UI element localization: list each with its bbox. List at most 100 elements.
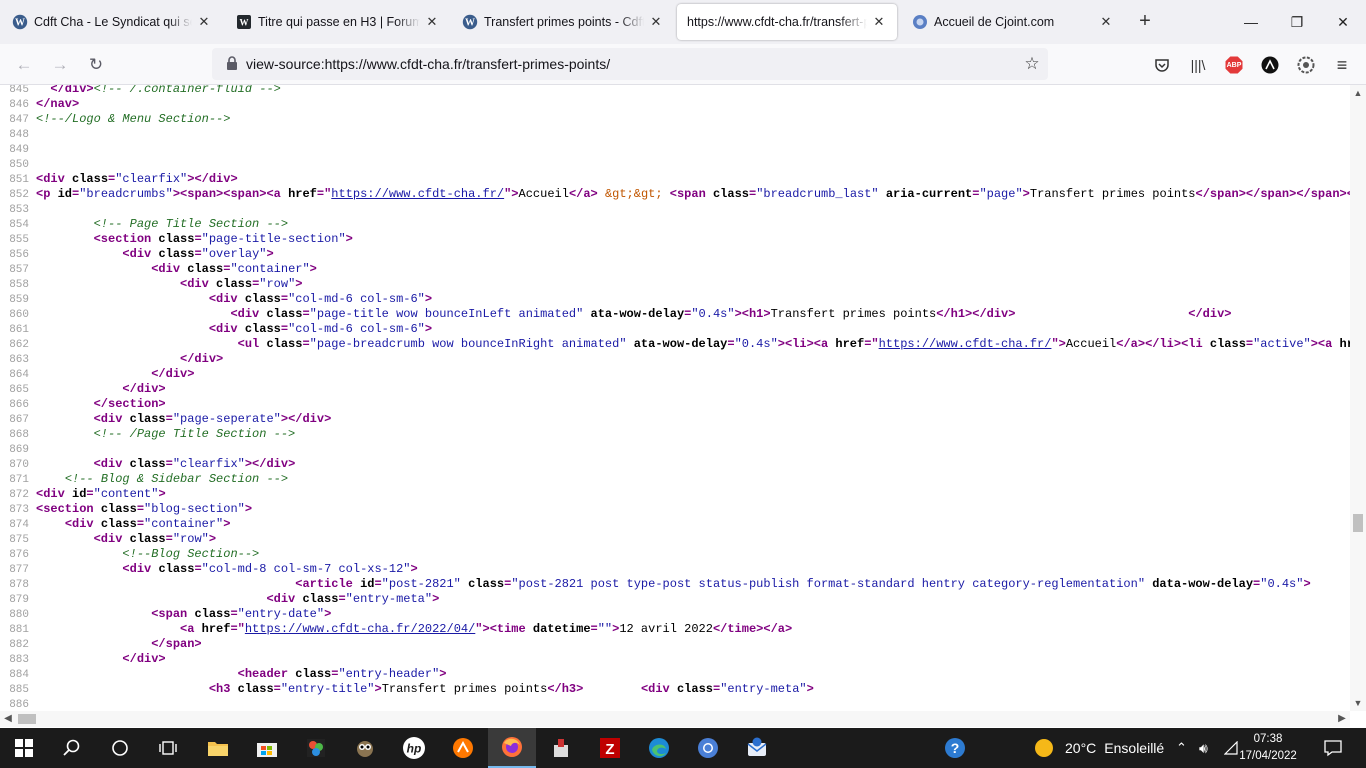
line-number: 873 bbox=[9, 504, 29, 516]
source-token: "col-md-8 col-sm-7 col-xs-12" bbox=[201, 562, 411, 576]
source-token: > bbox=[345, 232, 353, 246]
close-tab-icon[interactable]: ✕ bbox=[871, 14, 887, 30]
svg-text:hp: hp bbox=[407, 742, 422, 756]
scroll-right-arrow-icon[interactable]: ▶ bbox=[1334, 711, 1350, 727]
paint-app-icon[interactable] bbox=[292, 728, 340, 768]
source-token: = bbox=[194, 562, 202, 576]
source-token: Transfert primes points bbox=[770, 307, 937, 321]
restore-button[interactable]: ❐ bbox=[1274, 8, 1320, 36]
svg-text:?: ? bbox=[951, 740, 960, 756]
source-token: = bbox=[230, 607, 238, 621]
bookmark-star-icon[interactable]: ☆ bbox=[1016, 54, 1048, 74]
close-tab-icon[interactable]: ✕ bbox=[424, 14, 440, 30]
vertical-scrollbar[interactable]: ▲ ▼ bbox=[1350, 85, 1366, 711]
file-explorer-icon[interactable] bbox=[194, 728, 242, 768]
library-icon[interactable]: |||\ bbox=[1186, 53, 1210, 77]
tab-cjoint[interactable]: Accueil de Cjoint.com ✕ bbox=[902, 4, 1124, 40]
url-text[interactable]: view-source:https://www.cfdt-cha.fr/tran… bbox=[244, 56, 1016, 72]
extension-icon[interactable] bbox=[1258, 53, 1282, 77]
menu-hamburger-icon[interactable]: ≡ bbox=[1330, 53, 1354, 77]
reload-button[interactable]: ↻ bbox=[82, 51, 110, 79]
scroll-down-arrow-icon[interactable]: ▼ bbox=[1350, 695, 1366, 711]
forward-button[interactable]: → bbox=[46, 51, 74, 79]
line-number: 848 bbox=[9, 129, 29, 141]
adblock-plus-icon[interactable]: ABP bbox=[1222, 53, 1246, 77]
lock-icon[interactable] bbox=[212, 55, 244, 74]
minimize-button[interactable]: — bbox=[1228, 8, 1274, 36]
source-line: 871 <!-- Blog & Sidebar Section --> bbox=[0, 472, 1350, 487]
hp-icon[interactable]: hp bbox=[390, 728, 438, 768]
task-view-icon[interactable] bbox=[144, 728, 192, 768]
source-line: 862 <ul class="page-breadcrumb wow bounc… bbox=[0, 337, 1350, 352]
scroll-left-arrow-icon[interactable]: ◀ bbox=[0, 711, 16, 727]
source-token: class bbox=[158, 562, 195, 576]
source-token: = bbox=[374, 577, 382, 591]
edge-icon[interactable] bbox=[635, 728, 683, 768]
clock[interactable]: 07:38 17/04/2022 bbox=[1238, 731, 1298, 765]
close-tab-icon[interactable]: ✕ bbox=[1098, 14, 1114, 30]
line-number: 863 bbox=[9, 354, 29, 366]
tab-cdft-cha[interactable]: W Cdft Cha - Le Syndicat qui se Bo ✕ bbox=[2, 4, 222, 40]
source-link[interactable]: https://www.cfdt-cha.fr/2022/04/ bbox=[245, 622, 475, 636]
pocket-icon[interactable] bbox=[1150, 53, 1174, 77]
filezilla-icon[interactable]: Z bbox=[586, 728, 634, 768]
avast-icon[interactable] bbox=[439, 728, 487, 768]
source-token: "container" bbox=[230, 262, 310, 276]
horizontal-scrollbar-thumb[interactable] bbox=[18, 714, 36, 724]
tab-forum-wordpress[interactable]: W Titre qui passe en H3 | Forum W ✕ bbox=[226, 4, 450, 40]
close-tab-icon[interactable]: ✕ bbox=[196, 14, 212, 30]
cortana-icon[interactable] bbox=[96, 728, 144, 768]
address-bar[interactable]: view-source:https://www.cfdt-cha.fr/tran… bbox=[212, 48, 1048, 80]
source-token: <div bbox=[180, 277, 217, 291]
scroll-up-arrow-icon[interactable]: ▲ bbox=[1350, 85, 1366, 101]
line-number: 864 bbox=[9, 369, 29, 381]
weather-widget[interactable]: 20°C Ensoleillé bbox=[1035, 728, 1164, 768]
source-token: > bbox=[266, 247, 274, 261]
help-icon[interactable]: ? bbox=[944, 728, 966, 768]
line-number: 856 bbox=[9, 249, 29, 261]
volume-icon[interactable]: 🔊︎ bbox=[1199, 728, 1208, 768]
line-number: 867 bbox=[9, 414, 29, 426]
network-icon[interactable] bbox=[1224, 728, 1238, 768]
tab-title: Transfert primes points - Cdft Cl bbox=[484, 15, 644, 29]
horizontal-scrollbar[interactable]: ◀ ▶ bbox=[0, 711, 1350, 727]
line-number: 875 bbox=[9, 534, 29, 546]
new-tab-button[interactable]: + bbox=[1134, 10, 1156, 32]
source-token: > bbox=[424, 322, 433, 336]
gimp-icon[interactable] bbox=[341, 728, 389, 768]
source-token: = bbox=[194, 232, 202, 246]
microsoft-store-icon[interactable] bbox=[243, 728, 291, 768]
source-token: </nav> bbox=[36, 97, 80, 111]
source-token: > bbox=[410, 562, 418, 576]
notification-icon[interactable] bbox=[1324, 728, 1342, 768]
tab-transfert-primes[interactable]: W Transfert primes points - Cdft Cl ✕ bbox=[452, 4, 674, 40]
chromium-icon[interactable] bbox=[684, 728, 732, 768]
source-token: class bbox=[158, 232, 195, 246]
tab-view-source[interactable]: https://www.cfdt-cha.fr/transfert-pr ✕ bbox=[677, 4, 897, 40]
source-token: "breadcrumbs" bbox=[79, 187, 173, 201]
source-link[interactable]: https://www.cfdt-cha.fr/ bbox=[331, 187, 504, 201]
source-view[interactable]: 845 </div><!-- /.container-fluid --> 846 <… bbox=[0, 85, 1350, 711]
close-tab-icon[interactable]: ✕ bbox=[648, 14, 664, 30]
chevron-up-icon[interactable]: ⌃ bbox=[1176, 728, 1187, 768]
source-line: 868 <!-- /Page Title Section --> bbox=[0, 427, 1350, 442]
settings-extension-icon[interactable] bbox=[1294, 53, 1318, 77]
scrollbar-thumb[interactable] bbox=[1353, 514, 1363, 532]
source-token: <div bbox=[93, 532, 130, 546]
source-token: Transfert primes points bbox=[381, 682, 548, 696]
source-link[interactable]: https://www.cfdt-cha.fr/ bbox=[879, 337, 1052, 351]
line-number: 876 bbox=[9, 549, 29, 561]
close-window-button[interactable]: ✕ bbox=[1320, 8, 1366, 36]
source-token: <div bbox=[93, 412, 130, 426]
source-token: class bbox=[158, 247, 195, 261]
back-button[interactable]: ← bbox=[10, 51, 38, 79]
search-icon[interactable] bbox=[48, 728, 96, 768]
start-icon[interactable] bbox=[0, 728, 48, 768]
source-token: "page-title-section" bbox=[201, 232, 346, 246]
source-token: &gt;&gt; bbox=[604, 187, 663, 201]
source-token bbox=[583, 307, 590, 321]
thunderbird-icon[interactable] bbox=[733, 728, 781, 768]
usb-tool-icon[interactable] bbox=[537, 728, 585, 768]
firefox-icon[interactable] bbox=[488, 728, 536, 768]
source-token: <div bbox=[122, 247, 159, 261]
